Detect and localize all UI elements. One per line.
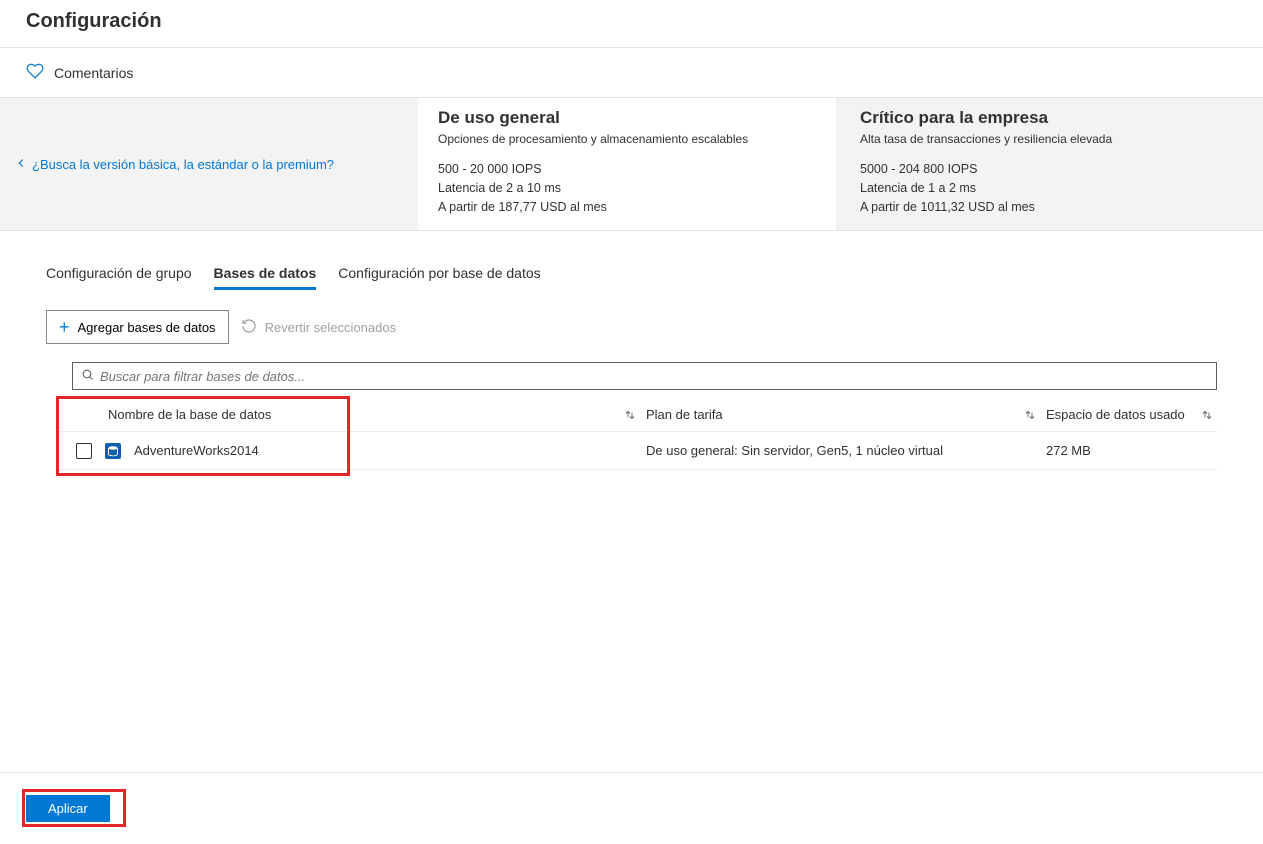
feedback-bar[interactable]: Comentarios xyxy=(0,48,1263,98)
undo-icon xyxy=(241,318,257,337)
search-input-container[interactable] xyxy=(72,362,1217,390)
tier-general-title: De uso general xyxy=(438,108,816,128)
revert-selected-label: Revertir seleccionados xyxy=(265,320,397,335)
tier-general-iops: 500 - 20 000 IOPS xyxy=(438,160,816,179)
sort-icon[interactable] xyxy=(624,409,636,421)
tier-card-business[interactable]: Crítico para la empresa Alta tasa de tra… xyxy=(840,98,1258,230)
column-header-name[interactable]: Nombre de la base de datos xyxy=(108,407,271,422)
add-databases-label: Agregar bases de datos xyxy=(78,320,216,335)
add-databases-button[interactable]: + Agregar bases de datos xyxy=(46,310,229,344)
search-icon xyxy=(81,368,94,384)
databases-table: Nombre de la base de datos Plan de tarif… xyxy=(56,398,1217,470)
chevron-left-icon xyxy=(14,156,28,173)
plus-icon: + xyxy=(59,318,70,336)
row-checkbox[interactable] xyxy=(76,443,92,459)
footer: Aplicar xyxy=(0,772,1263,844)
column-header-plan[interactable]: Plan de tarifa xyxy=(646,407,723,422)
db-plan: De uso general: Sin servidor, Gen5, 1 nú… xyxy=(646,443,1046,458)
tier-business-latency: Latencia de 1 a 2 ms xyxy=(860,179,1238,198)
tabs: Configuración de grupo Bases de datos Co… xyxy=(46,259,1217,290)
tier-link-label: ¿Busca la versión básica, la estándar o … xyxy=(32,157,334,172)
toolbar: + Agregar bases de datos Revertir selecc… xyxy=(46,310,1217,344)
tier-selector-row: ¿Busca la versión básica, la estándar o … xyxy=(0,98,1263,231)
tier-business-price: A partir de 1011,32 USD al mes xyxy=(860,198,1238,217)
svg-text:SQL: SQL xyxy=(109,451,118,456)
basic-standard-premium-link[interactable]: ¿Busca la versión básica, la estándar o … xyxy=(14,156,334,173)
sort-icon[interactable] xyxy=(1024,409,1036,421)
apply-button[interactable]: Aplicar xyxy=(26,795,110,822)
heart-icon xyxy=(26,62,44,83)
tab-group-config[interactable]: Configuración de grupo xyxy=(46,259,192,290)
tier-business-iops: 5000 - 204 800 IOPS xyxy=(860,160,1238,179)
tier-general-subtitle: Opciones de procesamiento y almacenamien… xyxy=(438,132,816,146)
revert-selected-button: Revertir seleccionados xyxy=(241,318,397,337)
sort-icon[interactable] xyxy=(1201,409,1213,421)
tab-per-db-config[interactable]: Configuración por base de datos xyxy=(338,259,540,290)
tier-card-general[interactable]: De uso general Opciones de procesamiento… xyxy=(418,98,836,230)
db-name: AdventureWorks2014 xyxy=(134,443,259,458)
column-header-space[interactable]: Espacio de datos usado xyxy=(1046,407,1185,422)
table-header: Nombre de la base de datos Plan de tarif… xyxy=(56,398,1217,432)
tier-general-price: A partir de 187,77 USD al mes xyxy=(438,198,816,217)
tier-business-subtitle: Alta tasa de transacciones y resiliencia… xyxy=(860,132,1238,146)
page-title: Configuración xyxy=(0,0,1263,48)
db-space: 272 MB xyxy=(1046,443,1217,458)
feedback-label: Comentarios xyxy=(54,65,133,81)
tier-general-latency: Latencia de 2 a 10 ms xyxy=(438,179,816,198)
database-icon: SQL xyxy=(104,442,122,460)
table-row[interactable]: SQL AdventureWorks2014 De uso general: S… xyxy=(56,432,1217,470)
tab-databases[interactable]: Bases de datos xyxy=(214,259,317,290)
tier-business-title: Crítico para la empresa xyxy=(860,108,1238,128)
search-input[interactable] xyxy=(100,369,1208,384)
